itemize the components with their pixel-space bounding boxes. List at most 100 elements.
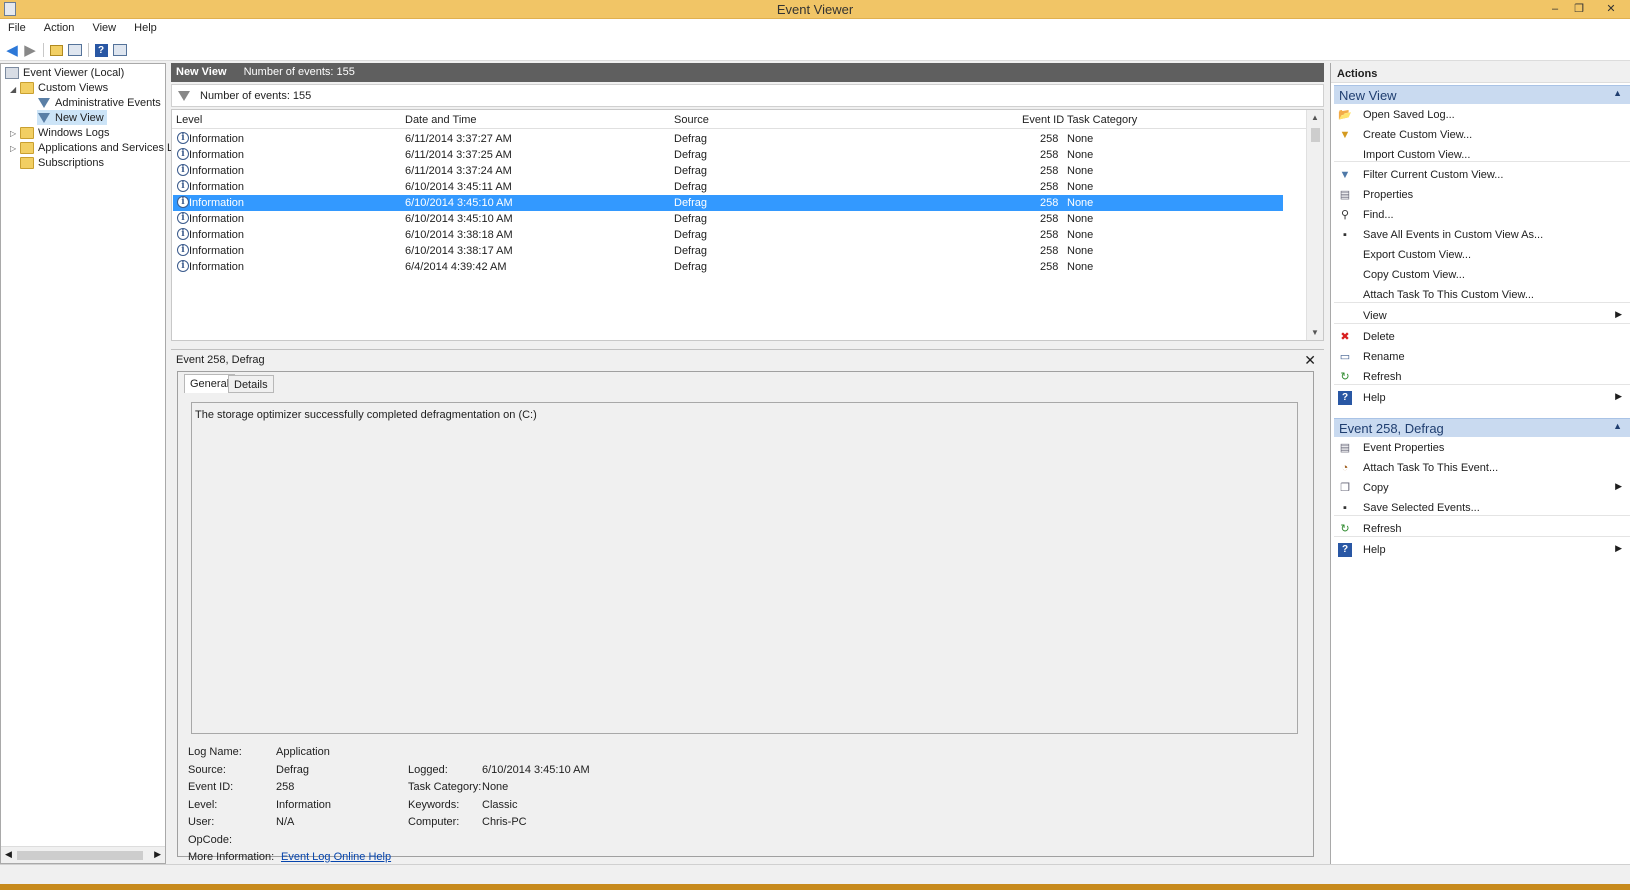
collapse-icon[interactable]: ▲ — [1613, 421, 1622, 431]
cell-date: 6/4/2014 4:39:42 AM — [405, 261, 507, 273]
action-copy-custom-view[interactable]: Copy Custom View... — [1334, 265, 1630, 284]
tree-horizontal-scrollbar[interactable]: ◀ ▶ — [1, 846, 165, 863]
tree-item-new-view[interactable]: New View — [37, 110, 107, 125]
action-find[interactable]: ⚲ Find... — [1334, 205, 1630, 224]
tree-item-administrative-events[interactable]: Administrative Events — [37, 95, 161, 110]
table-row[interactable]: i Information 6/10/2014 3:45:10 AM Defrag 25… — [173, 195, 1283, 211]
blank-icon — [1338, 148, 1352, 162]
action-attach-task-to-this-event[interactable]: ◔ Attach Task To This Event... — [1334, 458, 1630, 477]
collapse-icon[interactable]: ▲ — [1613, 88, 1622, 98]
scroll-down-arrow-icon[interactable]: ▼ — [1311, 328, 1319, 337]
action-save-selected-events[interactable]: ▪ Save Selected Events... — [1334, 498, 1630, 517]
scroll-up-arrow-icon[interactable]: ▲ — [1311, 113, 1319, 122]
table-row[interactable]: i Information 6/4/2014 4:39:42 AM Defrag 258… — [173, 259, 1283, 275]
menu-view[interactable]: View — [84, 19, 123, 34]
properties-icon: ▤ — [1339, 189, 1351, 201]
tab-details[interactable]: Details — [228, 375, 274, 393]
tree-item-custom-views[interactable]: Custom Views — [20, 80, 108, 95]
table-row[interactable]: i Information 6/11/2014 3:37:24 AM Defrag 25… — [173, 163, 1283, 179]
action-label: Refresh — [1363, 522, 1402, 535]
scroll-thumb[interactable] — [1311, 128, 1320, 142]
action-refresh[interactable]: ↻ Refresh — [1334, 519, 1630, 538]
refresh-icon: ↻ — [1340, 523, 1350, 535]
action-attach-task-to-this-custom-view[interactable]: Attach Task To This Custom View... — [1334, 285, 1630, 304]
column-header-task-category[interactable]: Task Category — [1067, 114, 1137, 126]
action-view[interactable]: View ▶ — [1334, 306, 1630, 325]
action-export-custom-view[interactable]: Export Custom View... — [1334, 245, 1630, 264]
scroll-right-arrow-icon[interactable]: ▶ — [154, 849, 161, 860]
show-hide-action-pane-icon[interactable] — [112, 42, 128, 58]
action-copy[interactable]: ❐ Copy ▶ — [1334, 478, 1630, 497]
scroll-left-arrow-icon[interactable]: ◀ — [5, 849, 12, 860]
action-event-properties[interactable]: ▤ Event Properties — [1334, 438, 1630, 457]
actions-section-event[interactable]: Event 258, Defrag ▲ — [1334, 418, 1630, 437]
cell-event-id: 258 — [1040, 165, 1059, 177]
minimize-button[interactable]: – — [1544, 1, 1566, 17]
table-row[interactable]: i Information 6/11/2014 3:37:27 AM Defrag 25… — [173, 131, 1283, 147]
action-create-custom-view[interactable]: ▼ Create Custom View... — [1334, 125, 1630, 144]
action-help[interactable]: ? Help ▶ — [1334, 388, 1630, 407]
close-icon[interactable]: ✕ — [1304, 352, 1316, 369]
column-header-level[interactable]: Level — [176, 114, 202, 126]
action-label: Event Properties — [1363, 441, 1445, 454]
action-filter-current-custom-view[interactable]: ▼ Filter Current Custom View... — [1334, 165, 1630, 184]
action-help[interactable]: ? Help ▶ — [1334, 540, 1630, 559]
menu-file[interactable]: File — [0, 19, 33, 34]
cell-level: Information — [189, 213, 245, 225]
table-row[interactable]: i Information 6/10/2014 3:38:18 AM Defrag 25… — [173, 227, 1283, 243]
forward-arrow-icon[interactable]: ▶ — [22, 42, 38, 59]
show-hide-console-tree-icon[interactable] — [67, 42, 83, 58]
close-window-button[interactable]: ✕ — [1596, 1, 1626, 17]
column-header-event-id[interactable]: Event ID — [1022, 114, 1064, 126]
event-log-online-help-link[interactable]: Event Log Online Help — [281, 851, 391, 863]
grid-vertical-scrollbar[interactable]: ▲ ▼ — [1306, 110, 1323, 340]
action-label: Import Custom View... — [1363, 148, 1471, 161]
expand-caret-icon[interactable]: ◢ — [10, 85, 16, 94]
cell-task-category: None — [1067, 149, 1094, 161]
table-row[interactable]: i Information 6/10/2014 3:38:17 AM Defrag 25… — [173, 243, 1283, 259]
copy-icon: ❐ — [1340, 482, 1350, 494]
tree-item-applications-and-services[interactable]: Applications and Services Lo — [20, 140, 179, 155]
cell-date: 6/10/2014 3:38:18 AM — [405, 229, 513, 241]
table-row[interactable]: i Information 6/11/2014 3:37:25 AM Defrag 25… — [173, 147, 1283, 163]
back-arrow-icon[interactable]: ◀ — [4, 42, 20, 59]
event-description[interactable]: The storage optimizer successfully compl… — [191, 402, 1298, 734]
up-folder-icon[interactable] — [48, 42, 64, 58]
action-label: View — [1363, 309, 1387, 322]
table-row[interactable]: i Information 6/10/2014 3:45:11 AM Defrag 25… — [173, 179, 1283, 195]
action-import-custom-view[interactable]: Import Custom View... — [1334, 145, 1630, 164]
label-level: Level: — [188, 799, 218, 811]
table-row[interactable]: i Information 6/10/2014 3:45:10 AM Defrag 25… — [173, 211, 1283, 227]
restore-button[interactable]: ❐ — [1568, 1, 1590, 17]
column-header-source[interactable]: Source — [674, 114, 709, 126]
expand-caret-icon[interactable]: ▷ — [10, 129, 16, 138]
cell-level: Information — [189, 133, 245, 145]
action-refresh[interactable]: ↻ Refresh — [1334, 367, 1630, 386]
tree-label: Administrative Events — [55, 96, 161, 109]
action-delete[interactable]: ✖ Delete — [1334, 327, 1630, 346]
action-label: Export Custom View... — [1363, 248, 1472, 261]
action-open-saved-log[interactable]: 📂 Open Saved Log... — [1334, 105, 1630, 124]
action-save-all-events-in-custom-view-as[interactable]: ▪ Save All Events in Custom View As... — [1334, 225, 1630, 244]
information-icon: i — [177, 148, 189, 160]
menu-action[interactable]: Action — [36, 19, 82, 34]
section-title: Event 258, Defrag — [1339, 421, 1444, 436]
tree-item-windows-logs[interactable]: Windows Logs — [20, 125, 110, 140]
blank-icon — [1338, 288, 1352, 302]
submenu-arrow-icon: ▶ — [1615, 481, 1622, 491]
action-label: Attach Task To This Event... — [1363, 461, 1499, 474]
help-icon[interactable]: ? — [93, 42, 109, 58]
expand-caret-icon[interactable]: ▷ — [10, 144, 16, 153]
column-header-date[interactable]: Date and Time — [405, 114, 477, 126]
cell-date: 6/11/2014 3:37:25 AM — [405, 149, 512, 161]
value-source: Defrag — [276, 764, 310, 776]
actions-section-new-view[interactable]: New View ▲ — [1334, 85, 1630, 104]
status-bar — [0, 864, 1630, 884]
action-rename[interactable]: ▭ Rename — [1334, 347, 1630, 366]
label-opcode: OpCode: — [188, 834, 233, 846]
scroll-thumb[interactable] — [17, 851, 143, 860]
action-properties[interactable]: ▤ Properties — [1334, 185, 1630, 204]
tree-item-subscriptions[interactable]: Subscriptions — [20, 155, 104, 170]
tree-item-event-viewer-local[interactable]: Event Viewer (Local) — [5, 65, 124, 80]
menu-help[interactable]: Help — [126, 19, 164, 34]
